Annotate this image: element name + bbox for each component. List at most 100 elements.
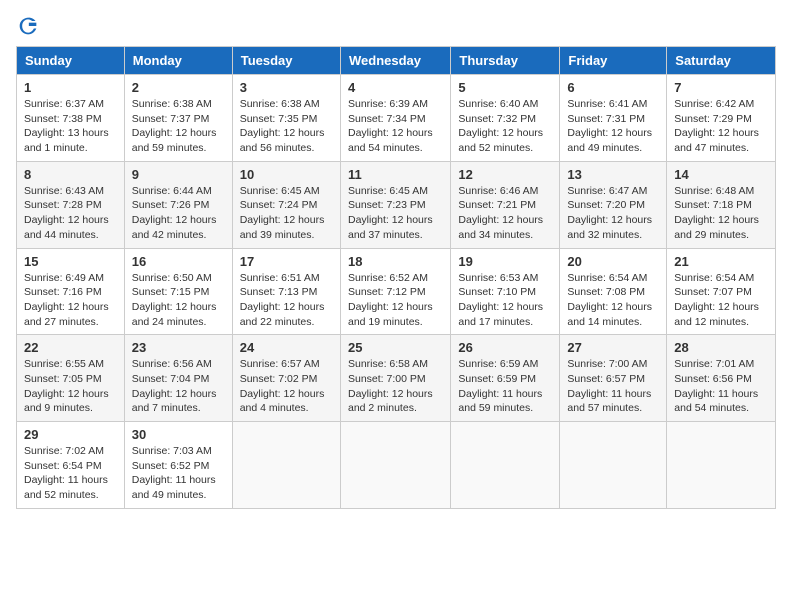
- day-number: 4: [348, 80, 443, 95]
- calendar-cell: 5Sunrise: 6:40 AMSunset: 7:32 PMDaylight…: [451, 75, 560, 162]
- day-detail: Sunrise: 6:53 AMSunset: 7:10 PMDaylight:…: [458, 271, 552, 330]
- day-number: 28: [674, 340, 768, 355]
- calendar-cell: 19 Sunrise: 6:53 AMSunset: 7:10 PMDayligh…: [451, 248, 560, 335]
- col-header-sunday: Sunday: [17, 47, 125, 75]
- calendar-week-row: 15 Sunrise: 6:49 AMSunset: 7:16 PMDayligh…: [17, 248, 776, 335]
- day-number: 24: [240, 340, 333, 355]
- calendar-cell: [340, 422, 450, 509]
- logo-icon: [18, 16, 38, 36]
- day-detail: Sunrise: 6:39 AMSunset: 7:34 PMDaylight:…: [348, 97, 443, 156]
- calendar-cell: 18Sunrise: 6:52 AMSunset: 7:12 PMDayligh…: [340, 248, 450, 335]
- calendar-cell: 8Sunrise: 6:43 AMSunset: 7:28 PMDaylight…: [17, 161, 125, 248]
- day-detail: Sunrise: 6:56 AMSunset: 7:04 PMDaylight:…: [132, 357, 225, 416]
- day-detail: Sunrise: 6:47 AMSunset: 7:20 PMDaylight:…: [567, 184, 659, 243]
- calendar-cell: [451, 422, 560, 509]
- day-number: 9: [132, 167, 225, 182]
- day-detail: Sunrise: 6:51 AMSunset: 7:13 PMDaylight:…: [240, 271, 333, 330]
- day-number: 14: [674, 167, 768, 182]
- calendar-cell: 21 Sunrise: 6:54 AMSunset: 7:07 PMDayligh…: [667, 248, 776, 335]
- calendar-header-row: SundayMondayTuesdayWednesdayThursdayFrid…: [17, 47, 776, 75]
- calendar-week-row: 1Sunrise: 6:37 AMSunset: 7:38 PMDaylight…: [17, 75, 776, 162]
- calendar-cell: 9 Sunrise: 6:44 AMSunset: 7:26 PMDaylight…: [124, 161, 232, 248]
- day-detail: Sunrise: 7:00 AMSunset: 6:57 PMDaylight:…: [567, 357, 659, 416]
- day-detail: Sunrise: 6:50 AMSunset: 7:15 PMDaylight:…: [132, 271, 225, 330]
- calendar-cell: 7 Sunrise: 6:42 AMSunset: 7:29 PMDaylight…: [667, 75, 776, 162]
- day-detail: Sunrise: 6:48 AMSunset: 7:18 PMDaylight:…: [674, 184, 768, 243]
- calendar-cell: 24 Sunrise: 6:57 AMSunset: 7:02 PMDayligh…: [232, 335, 340, 422]
- calendar-cell: 2Sunrise: 6:38 AMSunset: 7:37 PMDaylight…: [124, 75, 232, 162]
- day-detail: Sunrise: 6:55 AMSunset: 7:05 PMDaylight:…: [24, 357, 117, 416]
- calendar-week-row: 22Sunrise: 6:55 AMSunset: 7:05 PMDayligh…: [17, 335, 776, 422]
- calendar-cell: 25Sunrise: 6:58 AMSunset: 7:00 PMDayligh…: [340, 335, 450, 422]
- day-number: 17: [240, 254, 333, 269]
- page-header: [16, 16, 776, 36]
- calendar-cell: [560, 422, 667, 509]
- calendar-cell: 10 Sunrise: 6:45 AMSunset: 7:24 PMDayligh…: [232, 161, 340, 248]
- col-header-friday: Friday: [560, 47, 667, 75]
- day-detail: Sunrise: 7:03 AMSunset: 6:52 PMDaylight:…: [132, 444, 225, 503]
- day-detail: Sunrise: 6:57 AMSunset: 7:02 PMDaylight:…: [240, 357, 333, 416]
- calendar-table: SundayMondayTuesdayWednesdayThursdayFrid…: [16, 46, 776, 509]
- day-detail: Sunrise: 6:49 AMSunset: 7:16 PMDaylight:…: [24, 271, 117, 330]
- day-detail: Sunrise: 7:02 AMSunset: 6:54 PMDaylight:…: [24, 444, 117, 503]
- col-header-thursday: Thursday: [451, 47, 560, 75]
- day-number: 23: [132, 340, 225, 355]
- day-detail: Sunrise: 7:01 AMSunset: 6:56 PMDaylight:…: [674, 357, 768, 416]
- day-number: 10: [240, 167, 333, 182]
- calendar-cell: 3 Sunrise: 6:38 AMSunset: 7:35 PMDaylight…: [232, 75, 340, 162]
- day-detail: Sunrise: 6:38 AMSunset: 7:37 PMDaylight:…: [132, 97, 225, 156]
- day-number: 29: [24, 427, 117, 442]
- calendar-cell: [232, 422, 340, 509]
- calendar-cell: 17 Sunrise: 6:51 AMSunset: 7:13 PMDayligh…: [232, 248, 340, 335]
- day-detail: Sunrise: 6:41 AMSunset: 7:31 PMDaylight:…: [567, 97, 659, 156]
- day-number: 19: [458, 254, 552, 269]
- day-number: 25: [348, 340, 443, 355]
- calendar-cell: 28 Sunrise: 7:01 AMSunset: 6:56 PMDayligh…: [667, 335, 776, 422]
- calendar-cell: 16 Sunrise: 6:50 AMSunset: 7:15 PMDayligh…: [124, 248, 232, 335]
- day-number: 27: [567, 340, 659, 355]
- calendar-cell: 26 Sunrise: 6:59 AMSunset: 6:59 PMDayligh…: [451, 335, 560, 422]
- calendar-cell: 11 Sunrise: 6:45 AMSunset: 7:23 PMDayligh…: [340, 161, 450, 248]
- calendar-cell: 15 Sunrise: 6:49 AMSunset: 7:16 PMDayligh…: [17, 248, 125, 335]
- calendar-cell: 22Sunrise: 6:55 AMSunset: 7:05 PMDayligh…: [17, 335, 125, 422]
- calendar-cell: 14 Sunrise: 6:48 AMSunset: 7:18 PMDayligh…: [667, 161, 776, 248]
- day-number: 21: [674, 254, 768, 269]
- day-detail: Sunrise: 6:45 AMSunset: 7:24 PMDaylight:…: [240, 184, 333, 243]
- col-header-wednesday: Wednesday: [340, 47, 450, 75]
- day-detail: Sunrise: 6:46 AMSunset: 7:21 PMDaylight:…: [458, 184, 552, 243]
- col-header-monday: Monday: [124, 47, 232, 75]
- day-number: 13: [567, 167, 659, 182]
- calendar-week-row: 8Sunrise: 6:43 AMSunset: 7:28 PMDaylight…: [17, 161, 776, 248]
- day-number: 30: [132, 427, 225, 442]
- calendar-cell: 30 Sunrise: 7:03 AMSunset: 6:52 PMDayligh…: [124, 422, 232, 509]
- day-number: 26: [458, 340, 552, 355]
- calendar-week-row: 29 Sunrise: 7:02 AMSunset: 6:54 PMDayligh…: [17, 422, 776, 509]
- calendar-cell: 20 Sunrise: 6:54 AMSunset: 7:08 PMDayligh…: [560, 248, 667, 335]
- calendar-cell: 4 Sunrise: 6:39 AMSunset: 7:34 PMDaylight…: [340, 75, 450, 162]
- day-detail: Sunrise: 6:45 AMSunset: 7:23 PMDaylight:…: [348, 184, 443, 243]
- logo: [16, 16, 39, 36]
- day-detail: Sunrise: 6:38 AMSunset: 7:35 PMDaylight:…: [240, 97, 333, 156]
- day-detail: Sunrise: 6:54 AMSunset: 7:08 PMDaylight:…: [567, 271, 659, 330]
- day-number: 3: [240, 80, 333, 95]
- day-detail: Sunrise: 6:52 AMSunset: 7:12 PMDaylight:…: [348, 271, 443, 330]
- day-number: 12: [458, 167, 552, 182]
- day-number: 11: [348, 167, 443, 182]
- calendar-cell: 12 Sunrise: 6:46 AMSunset: 7:21 PMDayligh…: [451, 161, 560, 248]
- calendar-cell: 23 Sunrise: 6:56 AMSunset: 7:04 PMDayligh…: [124, 335, 232, 422]
- day-number: 8: [24, 167, 117, 182]
- day-number: 20: [567, 254, 659, 269]
- day-number: 15: [24, 254, 117, 269]
- calendar-cell: [667, 422, 776, 509]
- day-number: 7: [674, 80, 768, 95]
- day-detail: Sunrise: 6:54 AMSunset: 7:07 PMDaylight:…: [674, 271, 768, 330]
- day-detail: Sunrise: 6:44 AMSunset: 7:26 PMDaylight:…: [132, 184, 225, 243]
- day-number: 5: [458, 80, 552, 95]
- calendar-cell: 29 Sunrise: 7:02 AMSunset: 6:54 PMDayligh…: [17, 422, 125, 509]
- day-detail: Sunrise: 6:42 AMSunset: 7:29 PMDaylight:…: [674, 97, 768, 156]
- day-number: 16: [132, 254, 225, 269]
- day-detail: Sunrise: 6:59 AMSunset: 6:59 PMDaylight:…: [458, 357, 552, 416]
- calendar-cell: 6Sunrise: 6:41 AMSunset: 7:31 PMDaylight…: [560, 75, 667, 162]
- calendar-cell: 1Sunrise: 6:37 AMSunset: 7:38 PMDaylight…: [17, 75, 125, 162]
- day-detail: Sunrise: 6:37 AMSunset: 7:38 PMDaylight:…: [24, 97, 117, 156]
